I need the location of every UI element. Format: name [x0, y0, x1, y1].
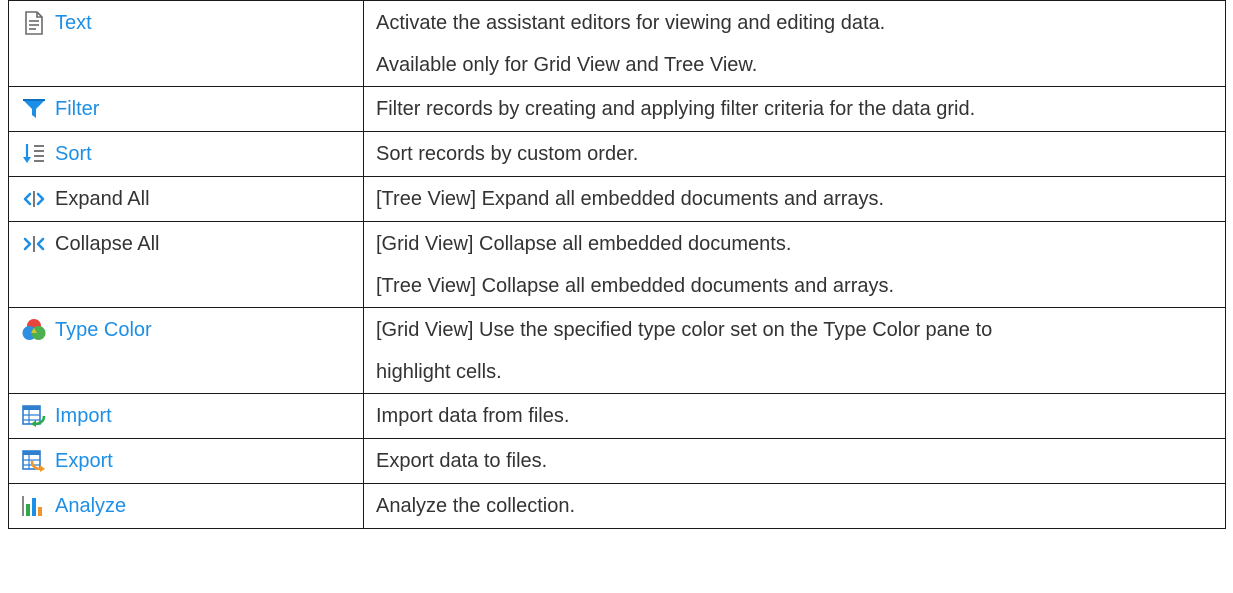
description-line: [Grid View] Use the specified type color… — [376, 319, 993, 341]
description-line: Filter records by creating and applying … — [376, 98, 976, 120]
description-line: Sort records by custom order. — [376, 143, 639, 165]
command-text[interactable]: Text — [21, 1, 92, 45]
table-row: Type Color [Grid View] Use the specified… — [8, 307, 1226, 394]
description-line: [Tree View] Collapse all embedded docume… — [376, 275, 895, 297]
description-line: Import data from files. — [376, 405, 570, 427]
command-label[interactable]: Type Color — [55, 308, 152, 352]
description-cell: [Grid View] Collapse all embedded docume… — [363, 221, 1226, 308]
table-row: Text Activate the assistant editors for … — [8, 0, 1226, 87]
command-filter[interactable]: Filter — [21, 87, 99, 131]
table-row: Analyze Analyze the collection. — [8, 483, 1226, 529]
collapse-all-icon — [21, 231, 47, 257]
command-label[interactable]: Collapse All — [55, 222, 160, 266]
description-cell: Filter records by creating and applying … — [363, 86, 1226, 132]
type-color-icon — [21, 317, 47, 343]
expand-all-icon — [21, 186, 47, 212]
table-row: Filter Filter records by creating and ap… — [8, 86, 1226, 132]
command-label[interactable]: Export — [55, 439, 113, 483]
command-label[interactable]: Import — [55, 394, 112, 438]
description-line: Analyze the collection. — [376, 495, 576, 517]
description-line: Export data to files. — [376, 450, 548, 472]
import-icon — [21, 403, 47, 429]
command-cell: Analyze — [8, 483, 364, 529]
description-cell: Analyze the collection. — [363, 483, 1226, 529]
table-row: Collapse All [Grid View] Collapse all em… — [8, 221, 1226, 308]
command-label[interactable]: Analyze — [55, 484, 126, 528]
description-cell: [Grid View] Use the specified type color… — [363, 307, 1226, 394]
description-cell: [Tree View] Expand all embedded document… — [363, 176, 1226, 222]
description-line: highlight cells. — [376, 361, 502, 383]
command-type-color[interactable]: Type Color — [21, 308, 152, 352]
command-reference-table: Text Activate the assistant editors for … — [8, 0, 1226, 529]
command-cell: Collapse All — [8, 221, 364, 308]
command-collapse-all[interactable]: Collapse All — [21, 222, 160, 266]
analyze-chart-icon — [21, 493, 47, 519]
command-sort[interactable]: Sort — [21, 132, 92, 176]
export-icon — [21, 448, 47, 474]
description-line: [Grid View] Collapse all embedded docume… — [376, 233, 792, 255]
command-label[interactable]: Filter — [55, 87, 99, 131]
command-analyze[interactable]: Analyze — [21, 484, 126, 528]
description-cell: Export data to files. — [363, 438, 1226, 484]
command-cell: Filter — [8, 86, 364, 132]
description-line: Activate the assistant editors for viewi… — [376, 12, 886, 34]
table-row: Sort Sort records by custom order. — [8, 131, 1226, 177]
table-row: Export Export data to files. — [8, 438, 1226, 484]
filter-funnel-icon — [21, 96, 47, 122]
description-cell: Sort records by custom order. — [363, 131, 1226, 177]
command-label[interactable]: Text — [55, 1, 92, 45]
sort-icon — [21, 141, 47, 167]
description-line: [Tree View] Expand all embedded document… — [376, 188, 885, 210]
text-document-icon — [21, 10, 47, 36]
table-row: Import Import data from files. — [8, 393, 1226, 439]
description-cell: Activate the assistant editors for viewi… — [363, 0, 1226, 87]
command-expand-all[interactable]: Expand All — [21, 177, 150, 221]
command-cell: Expand All — [8, 176, 364, 222]
command-import[interactable]: Import — [21, 394, 112, 438]
command-label[interactable]: Expand All — [55, 177, 150, 221]
description-line: Available only for Grid View and Tree Vi… — [376, 54, 758, 76]
command-label[interactable]: Sort — [55, 132, 92, 176]
command-cell: Type Color — [8, 307, 364, 394]
command-export[interactable]: Export — [21, 439, 113, 483]
command-cell: Text — [8, 0, 364, 87]
command-cell: Import — [8, 393, 364, 439]
command-cell: Export — [8, 438, 364, 484]
table-row: Expand All [Tree View] Expand all embedd… — [8, 176, 1226, 222]
command-cell: Sort — [8, 131, 364, 177]
description-cell: Import data from files. — [363, 393, 1226, 439]
